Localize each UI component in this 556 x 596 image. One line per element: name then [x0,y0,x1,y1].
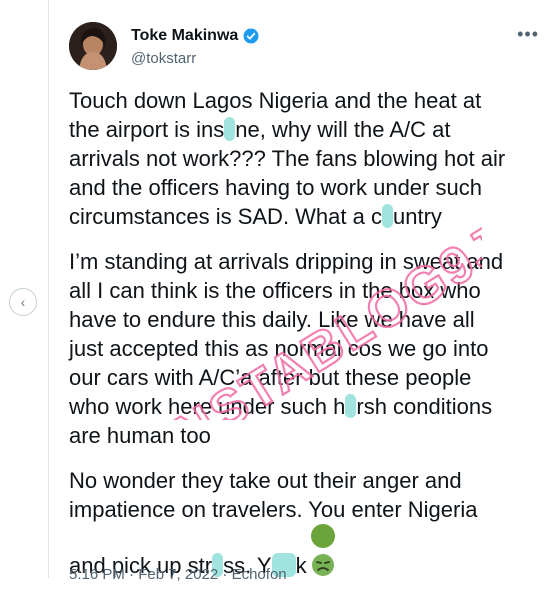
tweet-paragraph-1: Touch down Lagos Nigeria and the heat at… [69,86,539,231]
author-name[interactable]: Toke Makinwa [131,27,238,45]
censor-blur [381,204,393,228]
verified-badge-icon [243,28,259,44]
more-icon[interactable]: ••• [517,24,539,45]
tweet-text: Touch down Lagos Nigeria and the heat at… [69,86,539,596]
author-handle[interactable]: @tokstarr [131,50,196,67]
author-name-row: Toke Makinwa [131,27,260,45]
tweet-paragraph-2: I’m standing at arrivals dripping in swe… [69,247,539,450]
chevron-left-icon: ‹ [20,294,26,310]
censor-blur [224,117,236,141]
censor-blur [345,394,357,418]
text-segment: k [295,553,307,578]
previous-image-button[interactable]: ‹ [9,288,37,316]
tweet-card: Toke Makinwa @tokstarr ••• Touch down La… [48,0,556,583]
tweet-header: Toke Makinwa @tokstarr ••• [69,22,539,74]
tweet-paragraph-3: No wonder they take out their anger and … [69,466,539,580]
text-segment: untry [392,204,442,229]
nauseated-face-icon [310,524,335,576]
tweet-metadata: 5:16 PM · Feb 7, 2022 · Echofon [69,566,287,583]
avatar[interactable] [69,22,117,70]
